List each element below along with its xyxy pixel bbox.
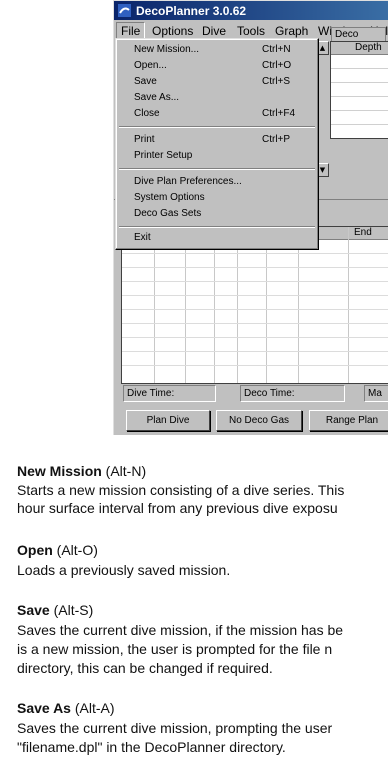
panel-header <box>320 201 388 223</box>
doc-heading-save-as: Save As (Alt-A) <box>17 700 115 716</box>
doc-text: Saves the current dive mission, promptin… <box>17 720 333 736</box>
no-deco-gas-button[interactable]: No Deco Gas <box>216 410 302 431</box>
menu-item-system-options[interactable]: System Options <box>116 190 318 206</box>
window-title: DecoPlanner 3.0.62 <box>136 4 247 18</box>
doc-text: Starts a new mission consisting of a div… <box>17 482 345 498</box>
menu-graph[interactable]: Graph <box>271 23 312 39</box>
file-menu-dropdown: New Mission... Ctrl+N Open... Ctrl+O Save C… <box>115 38 319 250</box>
menu-item-printer-setup[interactable]: Printer Setup <box>116 148 318 164</box>
menu-item-print[interactable]: Print Ctrl+P <box>116 132 318 148</box>
doc-text: "filename.dpl" in the DecoPlanner direct… <box>17 739 286 755</box>
range-plan-button[interactable]: Range Plan <box>309 410 388 431</box>
menu-item-open[interactable]: Open... Ctrl+O <box>116 58 318 74</box>
menu-dive[interactable]: Dive <box>198 23 230 39</box>
tab-deco[interactable]: Deco <box>331 27 386 42</box>
title-bar[interactable]: DecoPlanner 3.0.62 <box>114 1 388 20</box>
doc-text: directory, this can be changed if requir… <box>17 660 273 676</box>
menu-item-deco-gas-sets[interactable]: Deco Gas Sets <box>116 206 318 222</box>
doc-text: hour surface interval from any previous … <box>17 500 338 516</box>
menu-tools[interactable]: Tools <box>233 23 269 39</box>
doc-heading-new-mission: New Mission (Alt-N) <box>17 463 147 479</box>
plan-dive-button[interactable]: Plan Dive <box>126 410 210 431</box>
menu-item-exit[interactable]: Exit <box>116 230 318 246</box>
doc-heading-save: Save (Alt-S) <box>17 602 94 618</box>
menu-item-close[interactable]: Close Ctrl+F4 <box>116 106 318 122</box>
menu-separator <box>119 126 315 128</box>
menu-separator <box>119 168 315 170</box>
deco-time-field: Deco Time: <box>240 385 345 402</box>
menu-item-new-mission[interactable]: New Mission... Ctrl+N <box>116 42 318 58</box>
menu-item-save[interactable]: Save Ctrl+S <box>116 74 318 90</box>
deco-grid-header: Depth <box>331 42 388 55</box>
menu-item-dive-plan-preferences[interactable]: Dive Plan Preferences... <box>116 174 318 190</box>
column-depth: Depth <box>355 42 382 53</box>
menu-options[interactable]: Options <box>148 23 197 39</box>
doc-heading-open: Open (Alt-O) <box>17 542 98 558</box>
column-end: End <box>354 227 372 238</box>
deco-grid[interactable]: Depth <box>330 41 388 139</box>
menu-separator <box>119 226 315 228</box>
max-field: Ma <box>364 385 388 402</box>
doc-text: Loads a previously saved mission. <box>17 562 231 578</box>
app-icon <box>118 4 131 17</box>
menu-item-save-as[interactable]: Save As... <box>116 90 318 106</box>
doc-text: is a new mission, the user is prompted f… <box>17 641 333 657</box>
doc-text: Saves the current dive mission, if the m… <box>17 622 344 638</box>
dive-time-field: Dive Time: <box>123 385 216 402</box>
